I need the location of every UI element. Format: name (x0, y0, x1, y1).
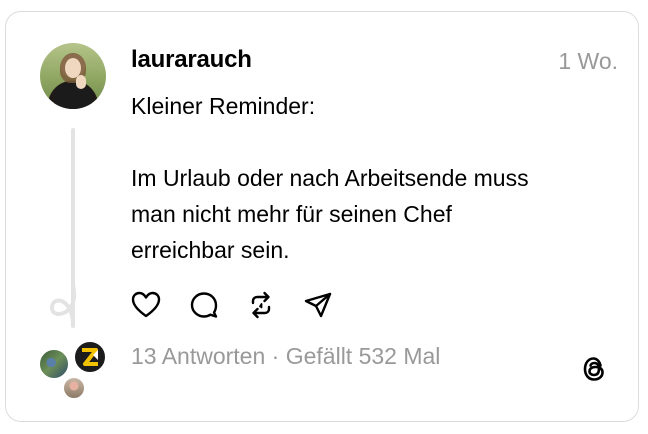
heart-icon[interactable] (131, 290, 161, 320)
stats-separator: · (265, 343, 286, 369)
post-line: Im Urlaub oder nach Arbeitsende muss (131, 165, 529, 191)
repost-icon[interactable] (246, 290, 276, 320)
avatar-body (54, 83, 92, 109)
thread-loop-icon (49, 282, 77, 328)
author-avatar[interactable] (40, 43, 106, 109)
reply-avatar[interactable] (62, 376, 86, 400)
post-line: erreichbar sein. (131, 237, 290, 263)
zeta-logo-icon (82, 348, 98, 366)
likes-count-link[interactable]: Gefällt 532 Mal (286, 343, 441, 369)
send-icon[interactable] (303, 290, 333, 320)
post-timestamp: 1 Wo. (558, 48, 618, 74)
replies-count-link[interactable]: 13 Antworten (131, 343, 265, 369)
post-body: Kleiner Reminder: Im Urlaub oder nach Ar… (131, 88, 621, 268)
author-username[interactable]: laurarauch (131, 46, 252, 74)
engagement-stats: 13 Antworten · Gefällt 532 Mal (131, 343, 440, 370)
threads-logo-icon[interactable] (578, 353, 610, 385)
avatar-arm (76, 75, 86, 89)
post-line: Kleiner Reminder: (131, 93, 316, 119)
reply-avatar[interactable] (73, 340, 107, 374)
post-line: man nicht mehr für seinen Chef (131, 201, 452, 227)
reply-avatar[interactable] (38, 348, 70, 380)
comment-icon[interactable] (189, 290, 219, 320)
